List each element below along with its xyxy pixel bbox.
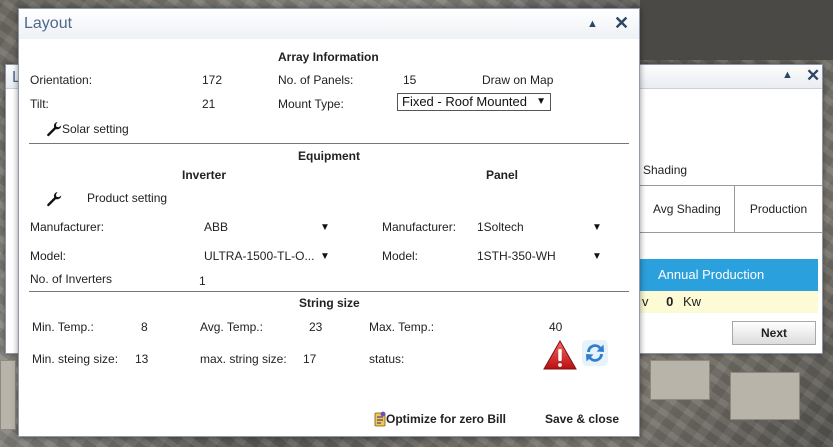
next-button[interactable]: Next xyxy=(732,321,816,345)
wrench-icon[interactable] xyxy=(46,121,62,137)
min-string-size-value: 13 xyxy=(135,352,149,366)
product-setting-link[interactable]: Product setting xyxy=(87,191,167,205)
avg-temp-value: 23 xyxy=(309,320,323,334)
inverter-model-select[interactable]: ULTRA-1500-TL-O... xyxy=(204,249,314,263)
inverters-count-label: No. of Inverters xyxy=(30,272,113,286)
max-temp-value: 40 xyxy=(549,320,563,334)
production-header: Production xyxy=(749,202,808,216)
panel-title: Panel xyxy=(486,168,519,182)
annual-production-value: 0 xyxy=(666,294,674,309)
annual-production-header: Annual Production xyxy=(638,259,818,291)
map-roof xyxy=(650,360,710,400)
max-temp-label: Max. Temp.: xyxy=(369,320,435,334)
minimize-button[interactable]: ▲ xyxy=(587,18,598,30)
max-string-size-value: 17 xyxy=(303,352,317,366)
layout-dialog: Layout ▲ ✕ Array Information Orientation… xyxy=(18,8,640,437)
shading-table-header: Avg Shading Production xyxy=(638,185,823,233)
map-roof xyxy=(0,360,16,430)
panel-manufacturer-select[interactable]: 1Soltech xyxy=(477,220,524,234)
orientation-label: Orientation: xyxy=(30,73,93,87)
mount-type-select[interactable]: Fixed - Roof Mounted ▼ xyxy=(397,93,551,111)
inverter-manufacturer-label: Manufacturer: xyxy=(30,220,105,234)
status-label: status: xyxy=(369,352,405,366)
map-road xyxy=(640,0,833,60)
equipment-title: Equipment xyxy=(298,149,360,163)
dialog-title: Layout xyxy=(24,15,73,32)
annual-partial-text: v xyxy=(642,294,649,309)
optimize-icon xyxy=(374,411,386,427)
section-divider xyxy=(29,291,629,292)
warning-icon xyxy=(543,340,577,370)
inverter-model-label: Model: xyxy=(30,249,67,263)
chevron-down-icon[interactable]: ▼ xyxy=(592,251,602,262)
solar-setting-link[interactable]: Solar setting xyxy=(62,122,129,136)
section-divider xyxy=(29,143,629,144)
draw-on-map-link[interactable]: Draw on Map xyxy=(482,73,553,87)
map-roof xyxy=(730,372,800,420)
panel-model-label: Model: xyxy=(382,249,419,263)
tilt-value: 21 xyxy=(202,97,216,111)
background-minimize-button[interactable]: ▲ xyxy=(782,69,793,81)
wrench-icon[interactable] xyxy=(46,191,62,207)
chevron-down-icon[interactable]: ▼ xyxy=(320,251,330,262)
panel-model-select[interactable]: 1STH-350-WH xyxy=(477,249,556,263)
background-close-button[interactable]: ✕ xyxy=(806,66,820,86)
panels-value: 15 xyxy=(403,73,417,87)
inverters-count-value: 1 xyxy=(199,274,206,288)
annual-production-row: v 0 Kw xyxy=(638,291,818,313)
chevron-down-icon[interactable]: ▼ xyxy=(320,222,330,233)
chevron-down-icon[interactable]: ▼ xyxy=(592,222,602,233)
panels-label: No. of Panels: xyxy=(278,73,354,87)
inverter-title: Inverter xyxy=(182,168,227,182)
array-information-title: Array Information xyxy=(278,50,379,64)
annual-production-unit: Kw xyxy=(682,294,702,309)
orientation-value: 172 xyxy=(202,73,223,87)
inverter-manufacturer-select[interactable]: ABB xyxy=(204,220,228,234)
mount-type-value: Fixed - Roof Mounted xyxy=(402,94,528,109)
avg-temp-label: Avg. Temp.: xyxy=(200,320,263,334)
chevron-down-icon: ▼ xyxy=(536,96,546,107)
mount-type-label: Mount Type: xyxy=(278,97,344,111)
panel-manufacturer-label: Manufacturer: xyxy=(382,220,457,234)
max-string-size-label: max. string size: xyxy=(200,352,287,366)
avg-shading-header: Avg Shading xyxy=(639,186,735,232)
min-temp-label: Min. Temp.: xyxy=(32,320,94,334)
min-temp-value: 8 xyxy=(141,320,148,334)
save-close-button[interactable]: Save & close xyxy=(545,412,619,426)
close-button[interactable]: ✕ xyxy=(614,13,629,34)
min-string-size-label: Min. steing size: xyxy=(32,352,119,366)
tilt-label: Tilt: xyxy=(30,97,49,111)
layout-dialog-titlebar[interactable] xyxy=(19,9,639,39)
optimize-zero-bill-button[interactable]: Optimize for zero Bill xyxy=(386,412,506,426)
shading-label: Shading xyxy=(643,163,688,177)
string-size-title: String size xyxy=(299,296,360,310)
refresh-icon[interactable] xyxy=(581,339,609,367)
